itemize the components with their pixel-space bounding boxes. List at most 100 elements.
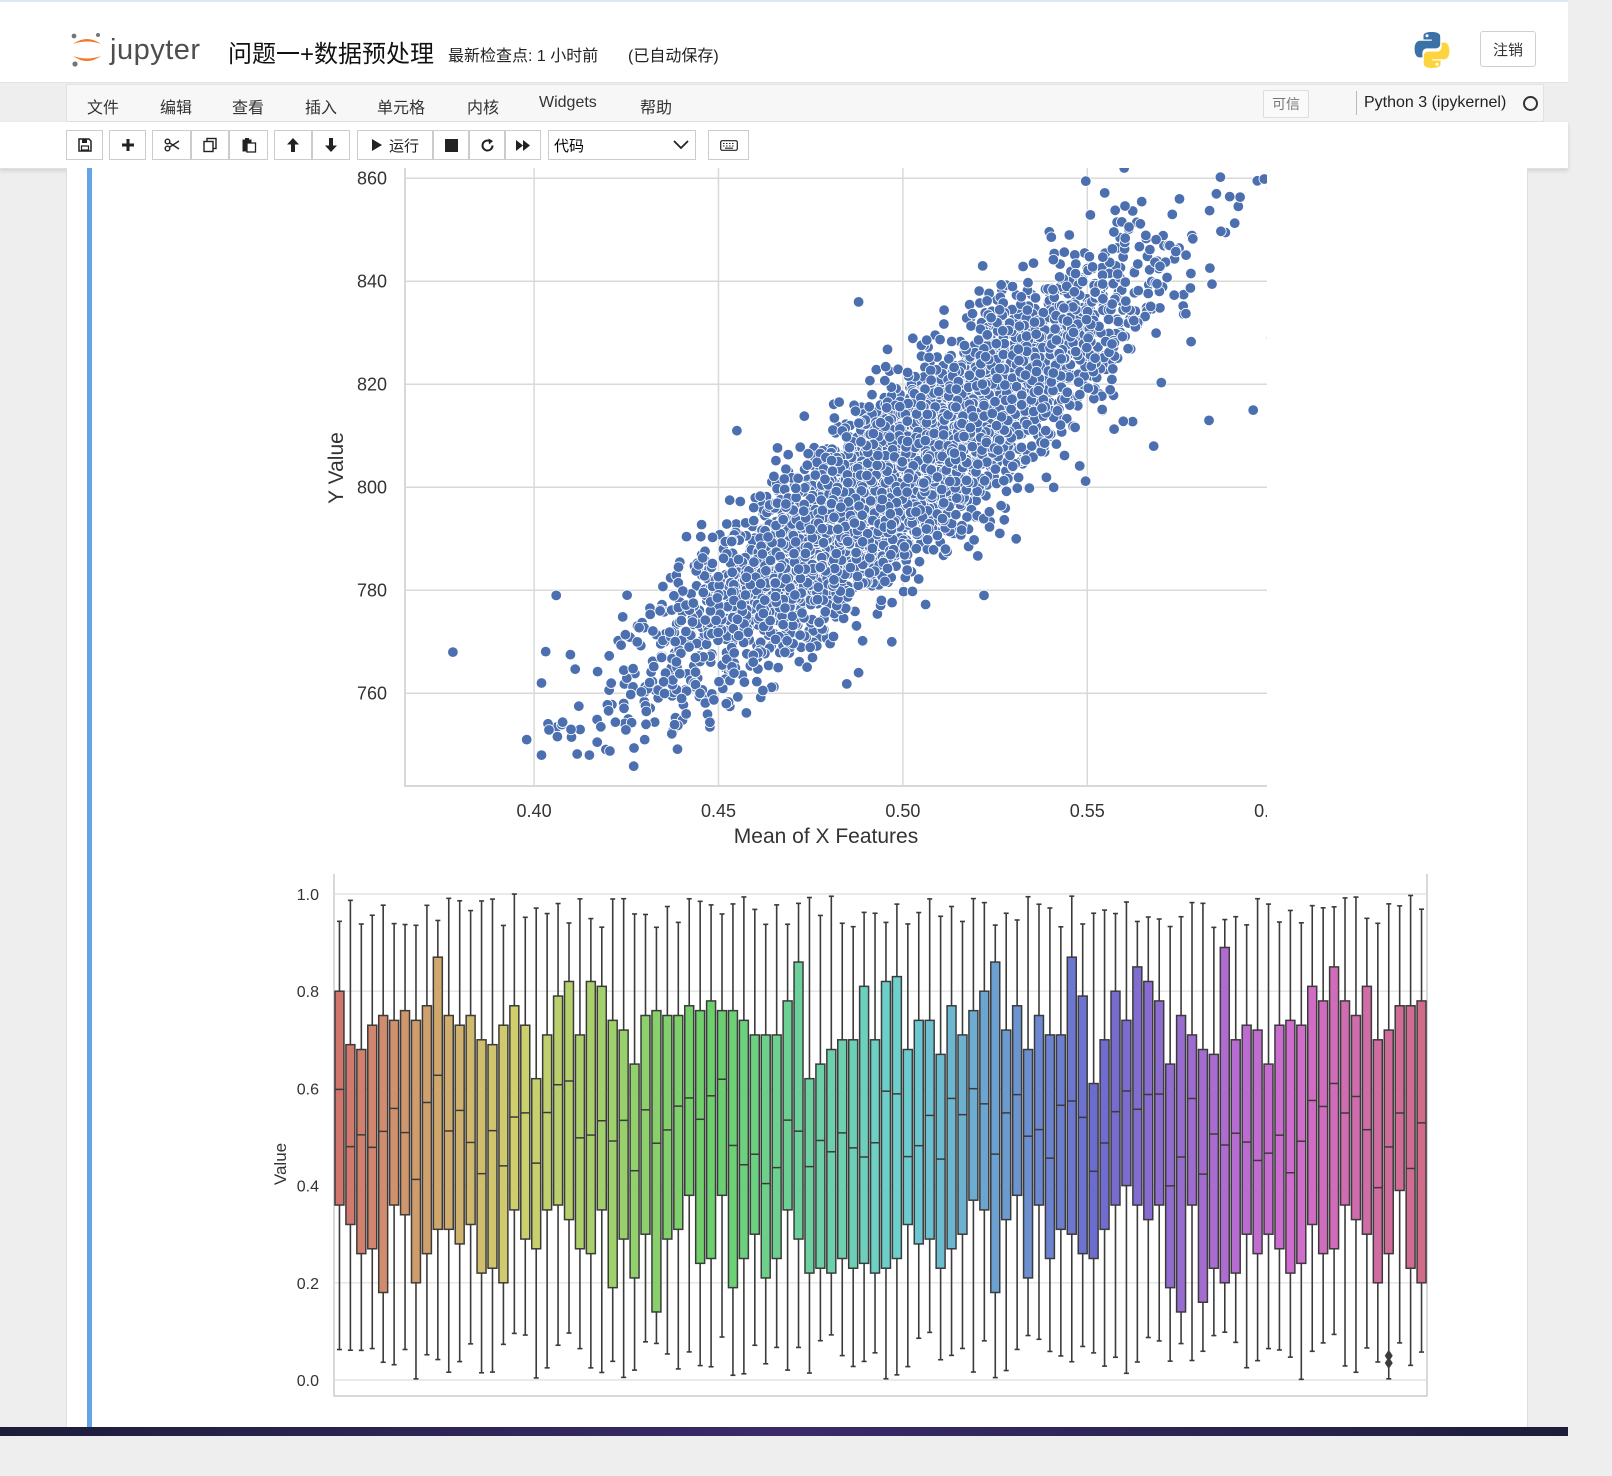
- scatter-point: [706, 531, 719, 544]
- scatter-point: [1185, 267, 1197, 280]
- scatter-point: [640, 705, 653, 718]
- scatter-point: [921, 408, 934, 421]
- restart-button[interactable]: [469, 130, 505, 160]
- scatter-point: [1170, 245, 1182, 258]
- scatter-point: [647, 625, 659, 637]
- scatter-point: [990, 337, 1003, 350]
- scatter-point: [809, 469, 822, 481]
- menu-edit[interactable]: 编辑: [160, 94, 192, 118]
- scatter-point: [977, 260, 989, 272]
- scatter-point: [790, 536, 802, 548]
- run-button[interactable]: 运行: [357, 130, 433, 160]
- scatter-point: [901, 486, 913, 498]
- insert-cell-button[interactable]: [109, 130, 146, 160]
- scatter-point: [1028, 316, 1041, 328]
- scatter-point: [726, 535, 738, 548]
- y-tick-label: 820: [357, 374, 387, 394]
- scatter-point: [993, 304, 1006, 316]
- scatter-point: [591, 665, 604, 678]
- scatter-point: [540, 645, 552, 658]
- scatter-point: [978, 399, 990, 412]
- scatter-point: [706, 557, 719, 570]
- scatter-point: [1150, 327, 1162, 339]
- scatter-point: [1015, 441, 1028, 454]
- scatter-point: [1082, 332, 1094, 344]
- scatter-point: [1032, 384, 1045, 397]
- jupyter-logo[interactable]: jupyter: [70, 30, 201, 70]
- paste-button[interactable]: [229, 130, 268, 160]
- save-button[interactable]: [66, 130, 103, 160]
- scatter-point: [1097, 251, 1109, 263]
- plus-icon: [121, 139, 134, 151]
- cut-button[interactable]: [152, 130, 191, 160]
- scatter-point: [627, 662, 639, 675]
- menu-view[interactable]: 查看: [232, 94, 264, 118]
- play-icon: [371, 139, 382, 151]
- keyboard-icon: [719, 139, 738, 151]
- scatter-point: [1140, 229, 1152, 242]
- kernel-name[interactable]: Python 3 (ipykernel): [1364, 94, 1506, 112]
- scatter-point: [1082, 382, 1095, 394]
- scatter-point: [1089, 352, 1101, 364]
- scatter-point: [881, 562, 894, 575]
- scatter-point: [1117, 415, 1130, 428]
- scatter-point: [1123, 221, 1135, 233]
- x-tick-label: 0.55: [1070, 801, 1105, 821]
- logout-button[interactable]: 注销: [1480, 31, 1536, 67]
- scatter-point: [643, 676, 656, 689]
- y-tick-label: 760: [357, 683, 387, 703]
- menu-kernel[interactable]: 内核: [467, 94, 499, 118]
- scatter-point: [779, 646, 791, 659]
- scatter-point: [1106, 243, 1119, 255]
- scatter-point: [573, 700, 585, 712]
- scatter-point: [1096, 403, 1108, 416]
- copy-button[interactable]: [191, 130, 229, 160]
- copy-icon: [203, 137, 217, 153]
- scatter-point: [618, 702, 630, 715]
- scatter-point: [672, 561, 685, 573]
- scatter-point: [1119, 200, 1131, 212]
- interrupt-button[interactable]: [433, 130, 469, 160]
- cell-type-select[interactable]: 代码: [548, 130, 696, 160]
- scatter-point: [828, 412, 841, 424]
- move-up-button[interactable]: [274, 130, 312, 160]
- scatter-point: [1047, 253, 1060, 266]
- menu-bar: 文件 编辑 查看 插入 单元格 内核 Widgets 帮助 可信 Python …: [66, 84, 1544, 122]
- menu-cell[interactable]: 单元格: [377, 94, 425, 118]
- scatter-point: [844, 586, 856, 599]
- scatter-point: [876, 493, 889, 506]
- scatter-point: [712, 626, 724, 639]
- scatter-point: [842, 535, 854, 548]
- scatter-point: [762, 659, 775, 672]
- scatter-point: [625, 688, 637, 701]
- scatter-point: [1232, 200, 1245, 213]
- menu-help[interactable]: 帮助: [640, 94, 672, 118]
- scatter-point: [801, 661, 813, 673]
- scatter-point: [832, 523, 844, 535]
- scatter-point: [991, 372, 1003, 385]
- scatter-point: [689, 666, 702, 678]
- scatter-point: [981, 329, 994, 341]
- scatter-point: [1040, 471, 1053, 484]
- scatter-point: [760, 565, 772, 577]
- restart-run-all-button[interactable]: [505, 130, 541, 160]
- trusted-indicator[interactable]: 可信: [1263, 90, 1309, 118]
- command-palette-button[interactable]: [708, 130, 749, 160]
- menu-widgets[interactable]: Widgets: [539, 94, 597, 112]
- notebook-title[interactable]: 问题一+数据预处理: [228, 34, 434, 69]
- scatter-point: [936, 483, 948, 496]
- scatter-point: [1049, 323, 1061, 335]
- menu-file[interactable]: 文件: [87, 94, 119, 118]
- scatter-point: [936, 512, 949, 525]
- scatter-point: [944, 475, 956, 488]
- menu-insert[interactable]: 插入: [305, 94, 337, 118]
- scatter-point: [605, 677, 617, 689]
- move-down-button[interactable]: [312, 130, 350, 160]
- scatter-point: [618, 664, 630, 676]
- scatter-point: [1128, 314, 1140, 327]
- scatter-point: [968, 534, 980, 546]
- scatter-point: [695, 531, 707, 543]
- scatter-point: [1036, 402, 1048, 414]
- scatter-point: [884, 431, 896, 443]
- scatter-point: [946, 335, 958, 348]
